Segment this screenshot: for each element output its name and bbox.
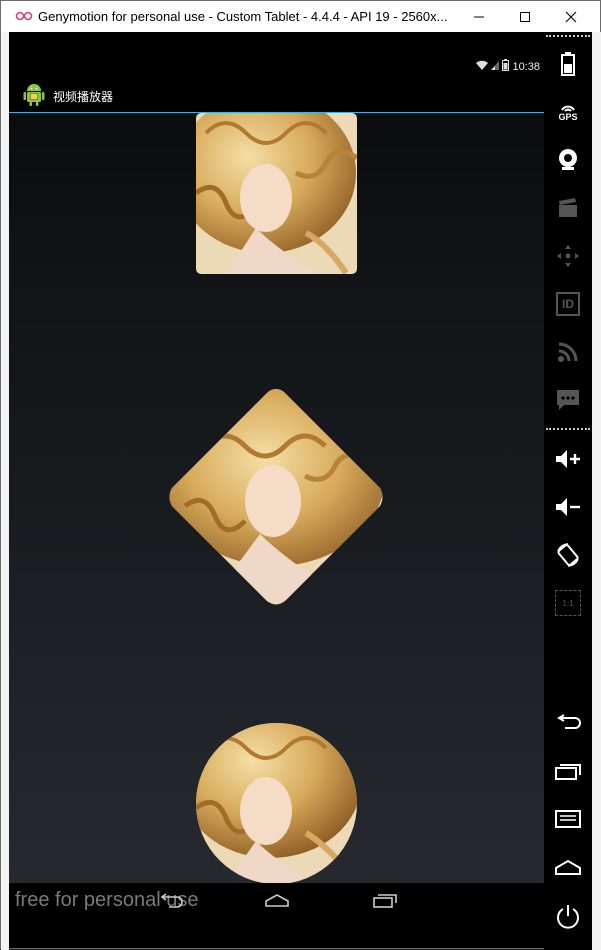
id-label: ID [562, 297, 574, 311]
rotate-icon [557, 543, 579, 567]
pixel-perfect-icon: 1:1 [555, 590, 581, 616]
webcam-icon [559, 149, 577, 170]
battery-icon [561, 52, 575, 76]
sidebar-divider [546, 35, 590, 37]
nav-home-icon[interactable] [264, 893, 290, 907]
gps-icon [561, 105, 575, 112]
battery-status-icon [502, 59, 509, 71]
home-button[interactable] [548, 849, 588, 885]
id-icon: ID [556, 292, 580, 316]
maximize-icon [520, 11, 530, 22]
nav-back-icon[interactable] [157, 893, 183, 909]
title-bar[interactable]: Genymotion for personal use - Custom Tab… [1, 1, 600, 32]
back-button[interactable] [548, 705, 588, 741]
menu-button[interactable] [548, 801, 588, 837]
rss-icon [558, 342, 578, 362]
volume-up-button[interactable] [548, 441, 588, 477]
close-button[interactable] [548, 1, 594, 32]
device-id-button[interactable]: ID [548, 286, 588, 322]
close-icon [565, 11, 577, 22]
sidebar-divider-2 [546, 428, 590, 430]
power-button[interactable] [548, 899, 588, 935]
square-image [196, 113, 357, 274]
diamond-image [165, 386, 387, 608]
network-button[interactable] [548, 334, 588, 370]
dpad-icon [557, 245, 579, 267]
genymotion-sidebar: GPS ID 1:1 [544, 32, 592, 950]
gps-button[interactable]: GPS [548, 94, 588, 130]
action-bar: 视频播放器 [9, 76, 544, 113]
nav-recent-icon[interactable] [372, 892, 398, 908]
maximize-button[interactable] [502, 1, 548, 32]
pixel-perfect-label: 1:1 [562, 598, 574, 608]
circle-image [196, 723, 357, 883]
android-app-icon[interactable] [21, 81, 47, 107]
pixel-perfect-button[interactable]: 1:1 [548, 585, 588, 621]
recent-apps-icon [555, 764, 581, 780]
sms-icon [557, 390, 579, 410]
genymotion-logo-icon [15, 11, 33, 21]
gps-label: GPS [558, 112, 578, 122]
minimize-icon [474, 16, 484, 17]
signal-icon [491, 61, 499, 70]
android-nav-bar: free for personal use [9, 883, 544, 948]
status-time: 10:38 [512, 61, 540, 73]
home-icon [555, 859, 581, 875]
rotate-button[interactable] [548, 537, 588, 573]
android-screen[interactable]: 10:38 视频播放器 [9, 32, 544, 883]
desktop-behind-left [1, 32, 9, 950]
status-bar: 10:38 [9, 32, 544, 76]
battery-button[interactable] [548, 46, 588, 82]
volume-down-icon [556, 498, 580, 516]
window-title: Genymotion for personal use - Custom Tab… [38, 9, 448, 24]
desktop-behind-right [592, 32, 601, 950]
webcam-button[interactable] [548, 142, 588, 178]
genymotion-window: Genymotion for personal use - Custom Tab… [0, 0, 601, 950]
menu-icon [555, 810, 581, 828]
power-icon [557, 905, 579, 929]
wifi-icon [476, 60, 488, 70]
app-title: 视频播放器 [53, 90, 114, 104]
volume-up-icon [556, 450, 580, 468]
recent-apps-button[interactable] [548, 753, 588, 789]
sms-button[interactable] [548, 382, 588, 418]
minimize-button[interactable] [456, 1, 502, 32]
clapper-icon [559, 198, 577, 217]
capture-button[interactable] [548, 190, 588, 226]
back-icon [557, 714, 581, 729]
volume-down-button[interactable] [548, 489, 588, 525]
dpad-button[interactable] [548, 238, 588, 274]
